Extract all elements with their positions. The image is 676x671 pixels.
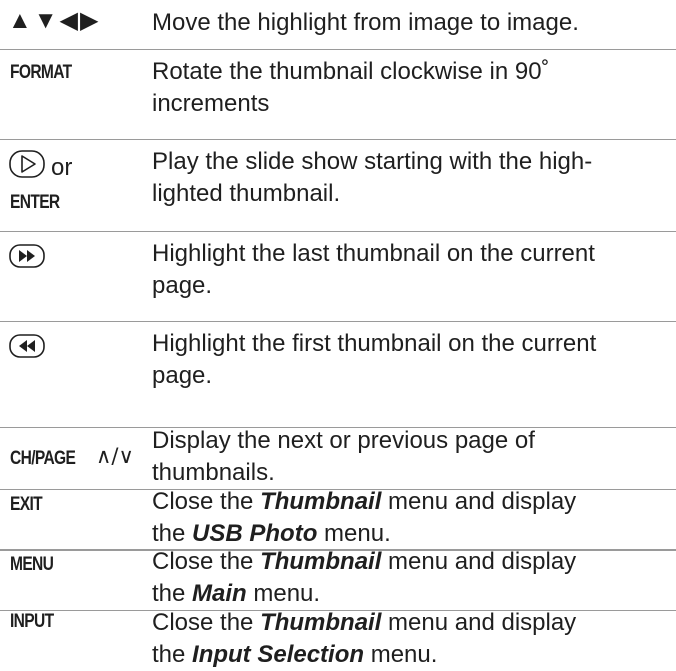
- rewind-icon: [9, 334, 45, 358]
- text-run: menu.: [246, 580, 321, 607]
- arrow-keys-icon: ▲▼◀▶: [8, 7, 101, 34]
- table-row: FORMAT Rotate the thumbnail clockwise in…: [0, 50, 676, 140]
- description-line: page.: [152, 362, 213, 389]
- text-run: Close the: [152, 488, 261, 515]
- menu-name: Main: [192, 580, 247, 607]
- enter-key-label: ENTER: [10, 192, 60, 213]
- fast-forward-icon: [9, 244, 45, 268]
- input-key-label: INPUT: [10, 611, 54, 632]
- table-row: Highlight the first thumbnail on the cur…: [0, 322, 676, 428]
- table-row: Highlight the last thumbnail on the curr…: [0, 232, 676, 322]
- description-line: thumbnails.: [152, 459, 275, 486]
- description-line: Close the Thumbnail menu and display: [152, 486, 667, 518]
- text-run: the: [152, 520, 193, 547]
- text-run: menu and display: [381, 609, 577, 636]
- row-description: Close the Thumbnail menu and display the…: [152, 546, 667, 610]
- row-description: Move the highlight from image to image.: [152, 9, 579, 36]
- menu-name: USB Photo: [192, 520, 318, 547]
- row-description: Display the next or previous page of thu…: [152, 425, 667, 489]
- row-description: Close the Thumbnail menu and display the…: [152, 486, 667, 550]
- text-run: menu.: [364, 641, 438, 668]
- menu-name: Thumbnail: [260, 548, 382, 575]
- table-row: MENU Close the Thumbnail menu and displa…: [0, 548, 676, 611]
- text-run: menu and display: [381, 548, 577, 575]
- table-row: CH/PAGE ∧/∨ Display the next or previous…: [0, 425, 676, 490]
- exit-key-label: EXIT: [10, 494, 43, 515]
- play-button-icon: [9, 150, 45, 178]
- menu-name: Thumbnail: [260, 488, 382, 515]
- table-row: INPUT Close the Thumbnail menu and displ…: [0, 609, 676, 668]
- description-line: increments: [152, 90, 270, 117]
- ch-page-key-text: CH/PAGE: [10, 448, 76, 469]
- format-key-label: FORMAT: [10, 62, 72, 83]
- description-line: Display the next or previous page of: [152, 427, 535, 454]
- text-run: menu.: [317, 520, 391, 547]
- description-line: Close the Thumbnail menu and display: [152, 546, 667, 578]
- page-up-down-icon: ∧/∨: [96, 444, 134, 468]
- table-row: ▲▼◀▶ Move the highlight from image to im…: [0, 0, 676, 50]
- description-line: Play the slide show starting with the hi…: [152, 148, 593, 175]
- description-line: Highlight the last thumbnail on the curr…: [152, 240, 595, 267]
- table-row: or ENTER Play the slide show starting wi…: [0, 140, 676, 232]
- row-description: Play the slide show starting with the hi…: [152, 146, 667, 210]
- row-description: Highlight the last thumbnail on the curr…: [152, 238, 667, 302]
- or-label: or: [51, 154, 73, 181]
- text-run: the: [152, 580, 193, 607]
- text-run: Close the: [152, 548, 261, 575]
- row-description: Rotate the thumbnail clockwise in 90˚ in…: [152, 56, 667, 120]
- table-row: EXIT Close the Thumbnail menu and displa…: [0, 488, 676, 550]
- ch-page-key-label: CH/PAGE: [10, 448, 76, 470]
- menu-key-label: MENU: [10, 554, 54, 575]
- row-description: Highlight the first thumbnail on the cur…: [152, 328, 667, 392]
- description-line: the Input Selection menu.: [152, 639, 667, 671]
- text-run: the: [152, 641, 193, 668]
- menu-name: Input Selection: [192, 641, 365, 668]
- description-line: Close the Thumbnail menu and display: [152, 607, 667, 639]
- description-line: Rotate the thumbnail clockwise in 90˚: [152, 58, 550, 85]
- text-run: Close the: [152, 609, 261, 636]
- description-line: Highlight the first thumbnail on the cur…: [152, 330, 597, 357]
- description-line: page.: [152, 272, 213, 299]
- text-run: menu and display: [381, 488, 577, 515]
- description-line: lighted thumbnail.: [152, 180, 341, 207]
- description-line: the Main menu.: [152, 578, 667, 610]
- row-description: Close the Thumbnail menu and display the…: [152, 607, 667, 671]
- menu-name: Thumbnail: [260, 609, 382, 636]
